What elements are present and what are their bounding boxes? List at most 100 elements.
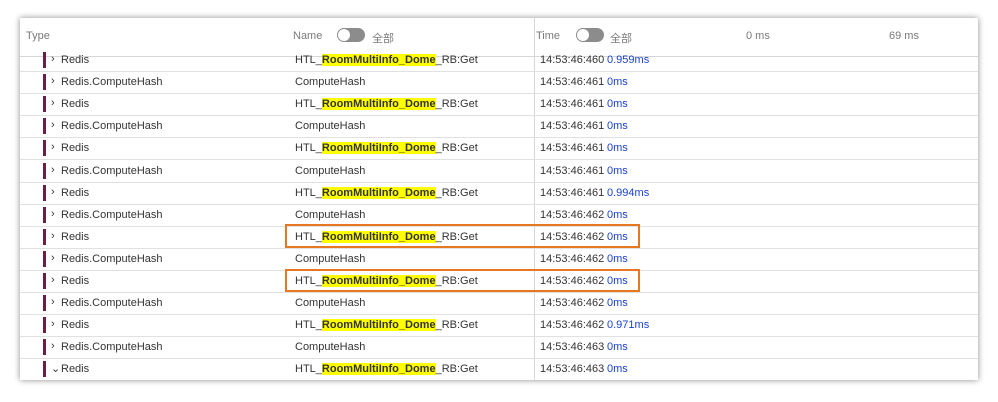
row-name: ComputeHash [295, 297, 366, 310]
toggle-knob [338, 29, 350, 41]
row-time: 14:53:46:460 [540, 54, 605, 66]
table-row[interactable]: › Redis HTL_RoomMultiInfo_Dome_RB:Get 14:53… [20, 93, 978, 117]
chevron-right-icon[interactable]: › [51, 252, 55, 264]
row-time: 14:53:46:461 [540, 98, 605, 111]
row-name-suffix: _RB:Get [435, 363, 478, 376]
row-name: HTL_RoomMultiInfo_Dome_RB:Get [295, 54, 478, 66]
type-column-header[interactable]: Type [26, 30, 50, 42]
type-color-bar [43, 228, 46, 245]
row-duration: 0.959ms [607, 54, 650, 66]
chevron-right-icon[interactable]: › [51, 119, 55, 131]
name-all-toggle-label: 全部 [372, 33, 394, 45]
row-time: 14:53:46:462 [540, 252, 605, 265]
timeline-scale-start: 0 ms [746, 30, 770, 42]
chevron-right-icon[interactable]: › [51, 186, 55, 198]
table-row[interactable]: › Redis.ComputeHash ComputeHash 14:53:46:46… [20, 248, 978, 271]
type-color-bar [43, 273, 46, 289]
table-row[interactable]: › Redis.ComputeHash ComputeHash 14:53:46:46… [20, 71, 978, 95]
type-color-bar [43, 74, 46, 91]
row-type: Redis.ComputeHash [61, 208, 163, 221]
row-name-highlight: RoomMultiInfo_Dome [321, 363, 436, 376]
row-name-prefix: HTL_ [295, 186, 322, 199]
time-column-header[interactable]: Time [536, 30, 560, 42]
time-all-toggle[interactable] [576, 28, 604, 42]
row-duration: 0ms [607, 297, 628, 310]
table-row[interactable]: › Redis.ComputeHash ComputeHash 14:53:46:46… [20, 115, 978, 139]
type-color-bar [43, 96, 46, 113]
row-type: Redis.ComputeHash [61, 252, 163, 265]
row-name-highlight: RoomMultiInfo_Dome [321, 98, 436, 111]
row-name-prefix: HTL_ [295, 142, 322, 155]
row-duration: 0ms [607, 208, 628, 221]
table-row[interactable]: › Redis HTL_RoomMultiInfo_Dome_RB:Get 14:53… [20, 49, 978, 72]
chevron-right-icon[interactable]: › [51, 208, 55, 220]
row-type: Redis [61, 275, 90, 287]
time-all-toggle-label: 全部 [610, 33, 632, 45]
table-row[interactable]: › Redis HTL_RoomMultiInfo_Dome_RB:Get 14:53… [20, 314, 978, 338]
chevron-down-icon[interactable]: ⌄ [51, 362, 60, 375]
row-name: HTL_RoomMultiInfo_Dome_RB:Get [295, 319, 478, 332]
table-row[interactable]: › Redis HTL_RoomMultiInfo_Dome_RB:Get 14:53… [20, 137, 978, 161]
row-time: 14:53:46:463 [540, 341, 605, 354]
row-name-suffix: _RB:Get [435, 54, 478, 66]
chevron-right-icon[interactable]: › [51, 296, 55, 308]
row-type: Redis [61, 98, 90, 111]
chevron-right-icon[interactable]: › [51, 141, 55, 153]
row-type: Redis [61, 363, 90, 376]
type-color-bar [43, 206, 46, 223]
row-type: Redis [61, 230, 90, 243]
type-color-bar [43, 361, 46, 378]
chevron-right-icon[interactable]: › [51, 230, 55, 242]
timeline-scale-end: 69 ms [889, 30, 919, 42]
row-duration: 0.971ms [607, 319, 650, 332]
row-time: 14:53:46:461 [540, 164, 605, 177]
type-color-bar [43, 118, 46, 135]
chevron-right-icon[interactable]: › [51, 75, 55, 87]
row-type: Redis [61, 142, 90, 155]
row-name: HTL_RoomMultiInfo_Dome_RB:Get [295, 363, 478, 376]
name-column-header[interactable]: Name [293, 30, 322, 42]
row-name-suffix: _RB:Get [435, 186, 478, 199]
type-color-bar [43, 162, 46, 179]
row-type: Redis [61, 186, 90, 199]
chevron-right-icon[interactable]: › [51, 318, 55, 330]
type-color-bar [43, 339, 46, 356]
row-type: Redis.ComputeHash [61, 297, 163, 310]
type-color-bar [43, 250, 46, 267]
row-name-prefix: HTL_ [295, 54, 322, 66]
row-name-suffix: _RB:Get [435, 98, 478, 111]
row-type: Redis.ComputeHash [61, 341, 163, 354]
name-all-toggle[interactable] [337, 28, 365, 42]
row-duration: 0ms [607, 252, 628, 265]
chevron-right-icon[interactable]: › [51, 164, 55, 176]
row-name: ComputeHash [295, 341, 366, 354]
highlight-annotation-box [285, 269, 640, 292]
table-row[interactable]: › Redis.ComputeHash ComputeHash 14:53:46:46… [20, 292, 978, 316]
row-duration: 0ms [607, 363, 628, 376]
row-name-highlight: RoomMultiInfo_Dome [321, 54, 436, 66]
table-row[interactable]: › Redis.ComputeHash ComputeHash 14:53:46:46… [20, 336, 978, 360]
row-duration: 0ms [607, 164, 628, 177]
row-time: 14:53:46:461 [540, 76, 605, 89]
type-color-bar [43, 317, 46, 334]
row-name: ComputeHash [295, 252, 366, 265]
table-row[interactable]: › Redis.ComputeHash ComputeHash 14:53:46:46… [20, 160, 978, 183]
row-type: Redis [61, 54, 90, 66]
chevron-right-icon[interactable]: › [51, 340, 55, 352]
row-duration: 0ms [607, 76, 628, 89]
table-row[interactable]: › Redis HTL_RoomMultiInfo_Dome_RB:Get 14:53… [20, 182, 978, 205]
row-name-highlight: RoomMultiInfo_Dome [321, 186, 436, 199]
row-time: 14:53:46:462 [540, 208, 605, 221]
row-duration: 0ms [607, 142, 628, 155]
table-row[interactable]: ⌄ Redis HTL_RoomMultiInfo_Dome_RB:Get 14:53… [20, 358, 978, 380]
row-name: ComputeHash [295, 164, 366, 177]
type-color-bar [43, 295, 46, 312]
toggle-knob [577, 29, 589, 41]
row-name-highlight: RoomMultiInfo_Dome [321, 319, 436, 332]
row-name-suffix: _RB:Get [435, 319, 478, 332]
row-time: 14:53:46:461 [540, 186, 605, 199]
chevron-right-icon[interactable]: › [51, 97, 55, 109]
row-name-prefix: HTL_ [295, 319, 322, 332]
chevron-right-icon[interactable]: › [51, 274, 55, 286]
chevron-right-icon[interactable]: › [51, 53, 55, 65]
